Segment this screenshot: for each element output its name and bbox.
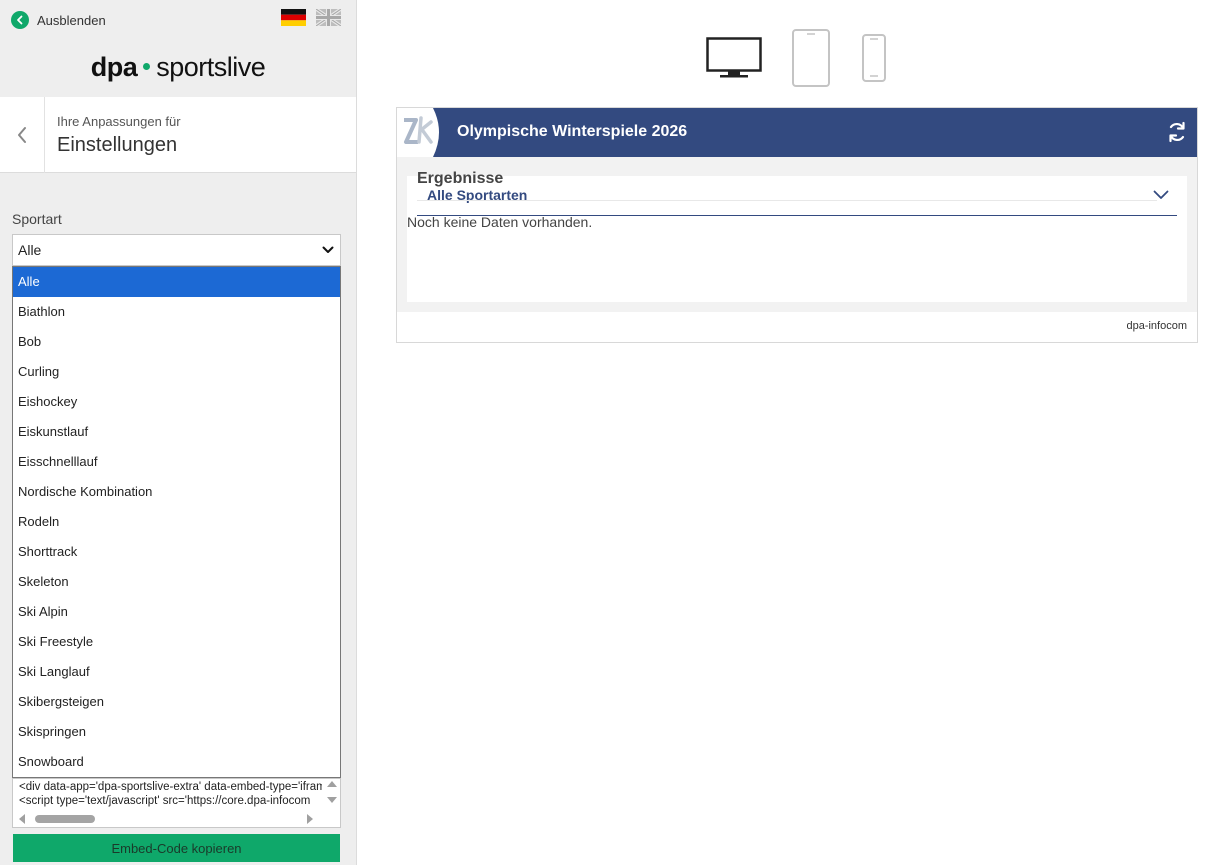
settings-subtitle: Ihre Anpassungen für <box>57 114 181 129</box>
back-button[interactable] <box>0 97 45 173</box>
sport-filter-label: Sportart <box>12 211 62 227</box>
divider <box>417 200 1157 201</box>
sport-select[interactable]: Alle <box>12 234 341 266</box>
chevron-down-icon <box>1153 190 1169 199</box>
sport-option[interactable]: Alle <box>13 267 340 297</box>
sport-option[interactable]: Skibergsteigen <box>13 687 340 717</box>
sport-option[interactable]: Ski Alpin <box>13 597 340 627</box>
sport-filter-dropdown[interactable]: Alle Sportarten <box>417 176 1177 216</box>
german-flag-icon[interactable] <box>281 9 306 26</box>
widget-header: Olympische Winterspiele 2026 <box>397 108 1197 157</box>
sport-dropdown-list: Alle Biathlon Bob Curling Eishockey Eiskunstl… <box>12 266 341 778</box>
scroll-up-arrow-icon <box>327 781 337 787</box>
sport-option[interactable]: Eishockey <box>13 387 340 417</box>
scroll-right-arrow-icon[interactable] <box>305 814 315 824</box>
chevron-left-icon <box>11 11 29 29</box>
results-heading: Ergebnisse <box>417 170 504 187</box>
sport-option[interactable]: Bob <box>13 327 340 357</box>
widget-footer: dpa-infocom <box>397 312 1197 342</box>
settings-title: Einstellungen <box>57 134 178 156</box>
sport-option[interactable]: Snowboard <box>13 747 340 777</box>
sport-option[interactable]: Skeleton <box>13 567 340 597</box>
scroll-down-arrow-icon <box>327 797 337 803</box>
sport-option[interactable]: Rodeln <box>13 507 340 537</box>
embed-code-textarea[interactable]: <div data-app='dpa-sportslive-extra' dat… <box>12 778 341 828</box>
sport-option[interactable]: Ski Freestyle <box>13 627 340 657</box>
tablet-icon[interactable] <box>791 28 831 93</box>
refresh-icon[interactable] <box>1167 121 1187 143</box>
sport-option[interactable]: Skispringen <box>13 717 340 747</box>
sport-option[interactable]: Biathlon <box>13 297 340 327</box>
widget-body: Alle Sportarten <box>407 176 1187 302</box>
copy-embed-code-button[interactable]: Embed-Code kopieren <box>13 834 340 862</box>
sport-option[interactable]: Shorttrack <box>13 537 340 567</box>
sport-option[interactable]: Ski Langlauf <box>13 657 340 687</box>
uk-flag-icon[interactable] <box>315 7 342 28</box>
horizontal-scrollbar[interactable] <box>13 811 340 827</box>
widget-title: Olympische Winterspiele 2026 <box>457 123 688 140</box>
phone-icon[interactable] <box>861 33 887 88</box>
sport-select-value: Alle <box>18 242 42 258</box>
desktop-icon[interactable] <box>706 37 762 84</box>
hide-sidebar-label: Ausblenden <box>37 12 106 28</box>
scrollbar-thumb[interactable] <box>35 815 95 823</box>
sport-option[interactable]: Eisschnelllauf <box>13 447 340 477</box>
olympics-logo-icon <box>397 108 439 157</box>
device-switcher <box>0 28 1232 88</box>
scroll-left-arrow-icon[interactable] <box>17 814 27 824</box>
settings-sidebar: Ausblenden dpa sportslive Ihre Anpassung… <box>0 0 357 865</box>
embed-code-line: <div data-app='dpa-sportslive-extra' dat… <box>19 781 322 793</box>
embed-code-line: <script type='text/javascript' src='http… <box>19 795 311 807</box>
chevron-left-icon <box>18 127 26 143</box>
widget-credit: dpa-infocom <box>1126 320 1187 332</box>
vertical-scrollbar[interactable] <box>324 779 340 813</box>
chevron-down-icon <box>322 246 334 253</box>
sport-option[interactable]: Curling <box>13 357 340 387</box>
empty-state-text: Noch keine Daten vorhanden. <box>407 214 593 230</box>
sport-option[interactable]: Nordische Kombination <box>13 477 340 507</box>
settings-header: Ihre Anpassungen für Einstellungen <box>0 97 356 173</box>
sport-option[interactable]: Eiskunstlauf <box>13 417 340 447</box>
hide-sidebar-button[interactable]: Ausblenden <box>11 11 106 29</box>
widget-preview: Olympische Winterspiele 2026 Alle Sporta… <box>396 107 1198 343</box>
